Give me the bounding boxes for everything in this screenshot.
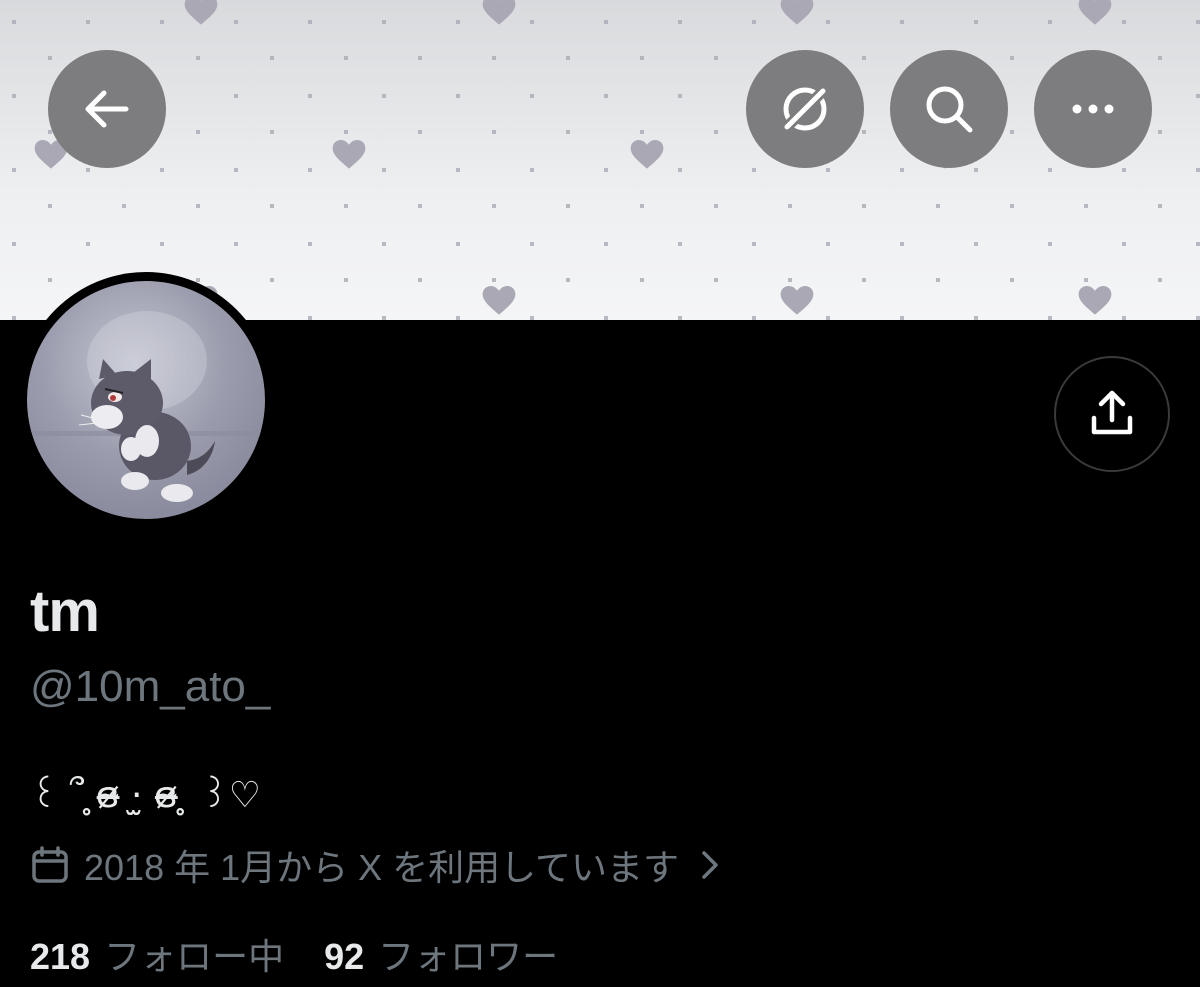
search-icon (926, 86, 973, 133)
username-handle: @10m_ato_ (30, 662, 271, 711)
following-count: 218 (30, 936, 91, 977)
more-dots-icon (1072, 104, 1114, 114)
profile-banner[interactable] (0, 0, 1200, 320)
more-button[interactable] (1034, 50, 1152, 168)
banner-pattern (0, 0, 1200, 320)
back-button[interactable] (48, 50, 166, 168)
followers-label: フォロワー (378, 936, 559, 977)
arrow-left-icon (85, 90, 129, 128)
following-link[interactable]: 218 フォロー中 (30, 928, 324, 980)
followers-link[interactable]: 92 フォロワー (324, 928, 598, 980)
profile-bio: ꒰ ՞ ̥ɞ̴̶̷ ·̫ ɞ̴̶̷ ̥ ꒱♡ (30, 775, 262, 816)
followers-count: 92 (324, 936, 365, 977)
follow-stats: 218 フォロー中 92 フォロワー (30, 928, 598, 980)
following-label: フォロー中 (104, 936, 285, 977)
display-name: tm (30, 579, 100, 644)
chevron-right-icon (702, 851, 718, 879)
join-date-text: 2018 年 1月から X を利用しています (84, 847, 680, 888)
share-profile-button[interactable] (1054, 356, 1170, 472)
join-date-row[interactable]: 2018 年 1月から X を利用しています (30, 840, 719, 890)
search-button[interactable] (890, 50, 1008, 168)
avatar[interactable] (27, 281, 265, 519)
translate-slash-icon (781, 85, 829, 133)
calendar-icon (32, 846, 68, 883)
share-upload-icon (1091, 390, 1133, 435)
cat-avatar-image (27, 311, 265, 502)
translate-off-button[interactable] (746, 50, 864, 168)
